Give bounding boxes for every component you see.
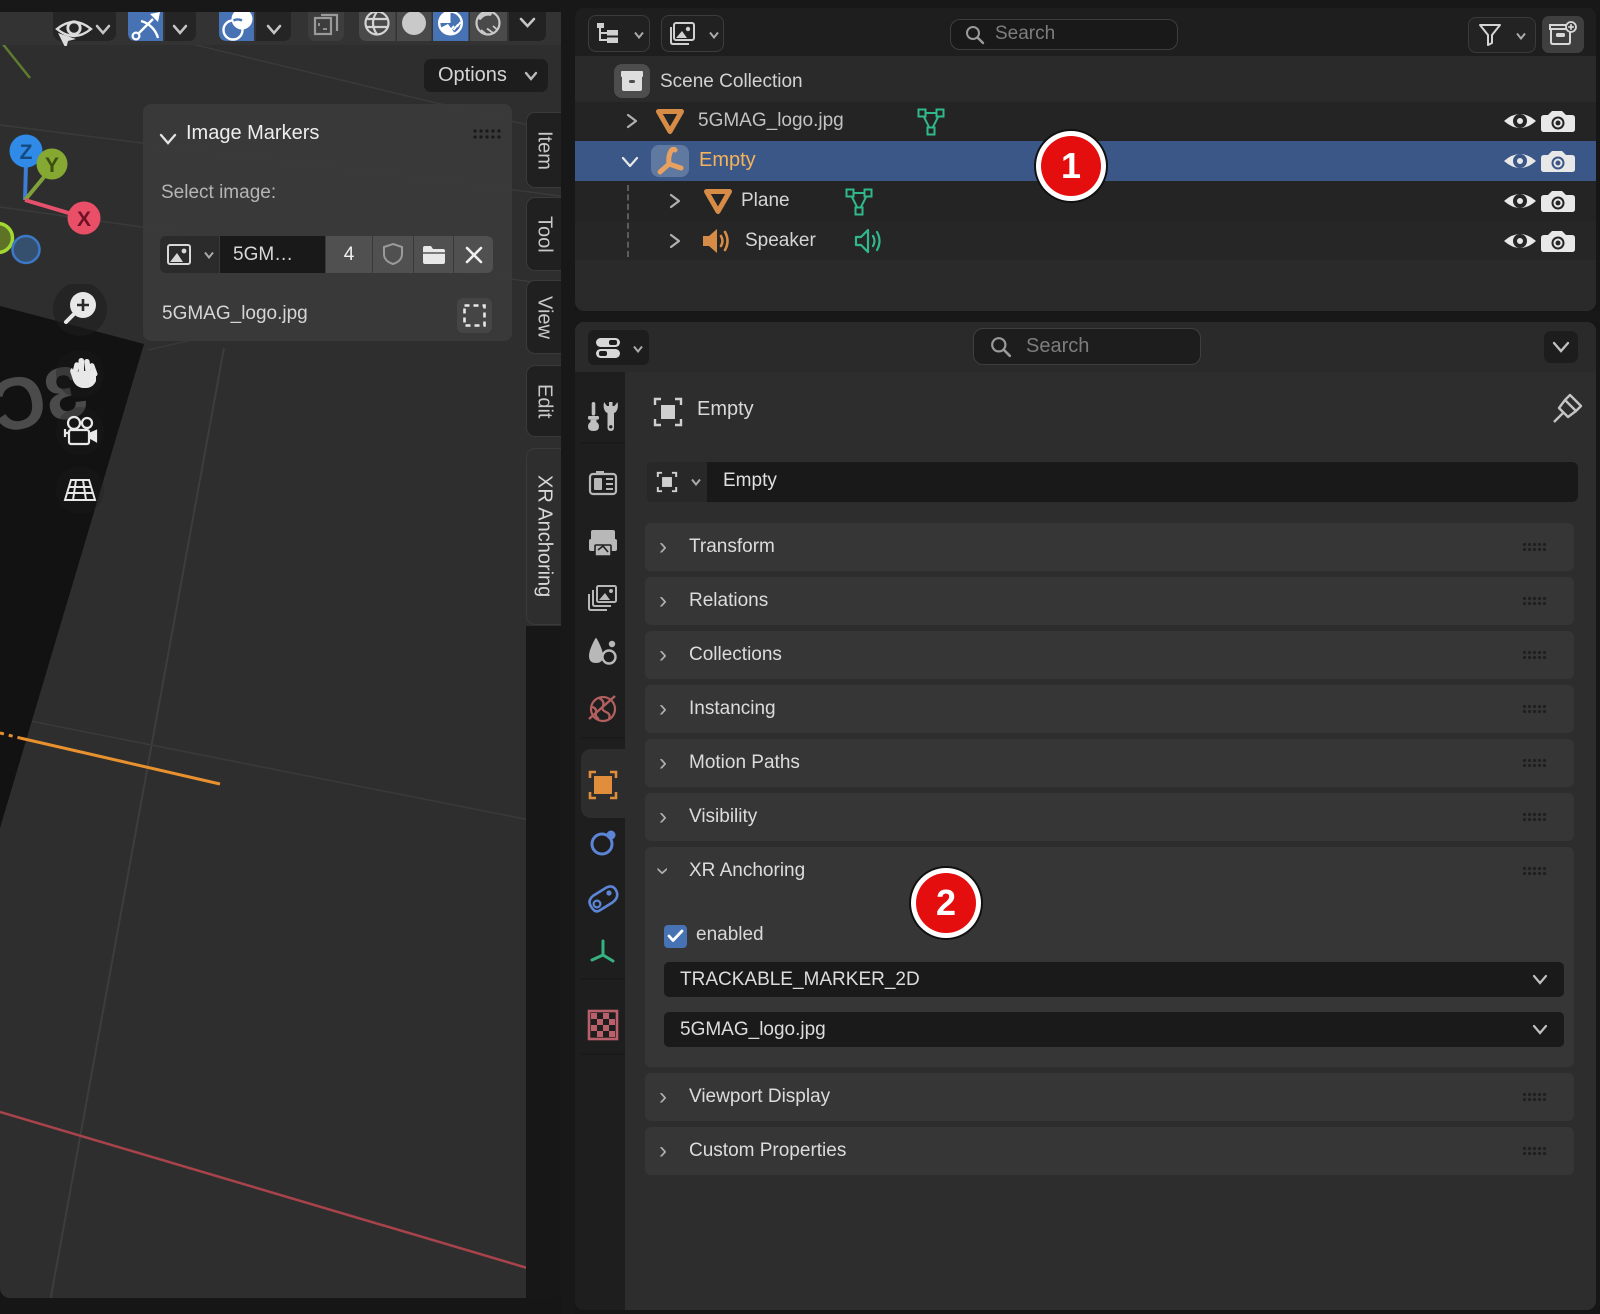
svg-text:Z: Z bbox=[20, 141, 33, 164]
svg-text:X: X bbox=[77, 208, 91, 231]
svg-text:Y: Y bbox=[45, 154, 59, 177]
